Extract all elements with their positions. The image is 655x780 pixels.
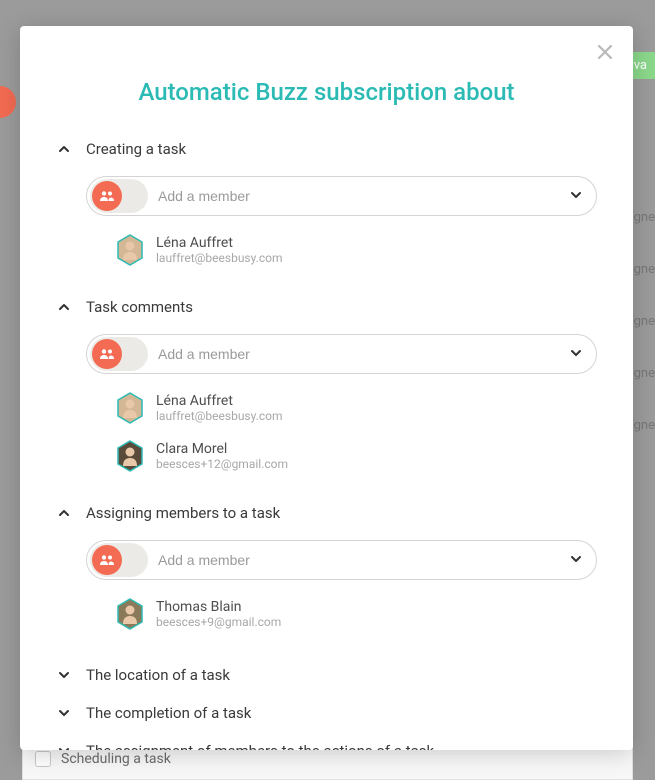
member-item[interactable]: Léna Auffretlauffret@beesbusy.com (86, 226, 597, 274)
member-dropdown-button[interactable] (556, 345, 596, 364)
section-expanded: Creating a task Léna Auffretlauffret@bees… (56, 134, 597, 274)
member-list: Léna Auffretlauffret@beesbusy.com Clara M… (86, 384, 597, 480)
member-item[interactable]: Clara Morelbeesces+12@gmail.com (86, 432, 597, 480)
member-text: Léna Auffretlauffret@beesbusy.com (156, 393, 283, 423)
subscription-modal: Automatic Buzz subscription about Creati… (20, 26, 633, 750)
chevron-down-icon (569, 187, 583, 206)
chevron-down-icon (569, 345, 583, 364)
member-item[interactable]: Léna Auffretlauffret@beesbusy.com (86, 384, 597, 432)
add-member-row (86, 334, 597, 374)
avatar (116, 392, 144, 424)
add-member-row (86, 176, 597, 216)
chevron-up-icon (56, 299, 72, 315)
section-collapsed[interactable]: The completion of a task (56, 694, 597, 732)
member-dropdown-button[interactable] (556, 187, 596, 206)
member-list: Thomas Blainbeesces+9@gmail.com (86, 590, 597, 638)
modal-title: Automatic Buzz subscription about (56, 78, 597, 106)
member-name: Thomas Blain (156, 599, 281, 615)
bg-bottom-label: Scheduling a task (61, 751, 171, 767)
section-body: Léna Auffretlauffret@beesbusy.com Clara M… (56, 334, 597, 480)
avatar (116, 440, 144, 472)
avatar (116, 598, 144, 630)
section-collapsed[interactable]: The assignment of members to the actions… (56, 732, 597, 750)
section-header[interactable]: Task comments (56, 292, 597, 322)
section-collapsed[interactable]: The location of a task (56, 656, 597, 694)
member-email: beesces+9@gmail.com (156, 615, 281, 629)
section-header[interactable]: Assigning members to a task (56, 498, 597, 528)
chevron-down-icon (569, 551, 583, 570)
chevron-down-icon (56, 667, 72, 683)
member-text: Thomas Blainbeesces+9@gmail.com (156, 599, 281, 629)
member-name: Léna Auffret (156, 235, 283, 251)
member-text: Clara Morelbeesces+12@gmail.com (156, 441, 288, 471)
people-icon (92, 339, 122, 369)
member-name: Clara Morel (156, 441, 288, 457)
add-member-row (86, 540, 597, 580)
section-body: Thomas Blainbeesces+9@gmail.com (56, 540, 597, 638)
add-member-input[interactable] (148, 346, 556, 362)
bg-assignee-text: igne (630, 210, 655, 225)
member-dropdown-button[interactable] (556, 551, 596, 570)
member-toggle[interactable] (90, 543, 148, 577)
chevron-down-icon (56, 705, 72, 721)
member-toggle[interactable] (90, 337, 148, 371)
bg-assignee-text: igne (630, 262, 655, 277)
bg-assignee-text: igne (630, 314, 655, 329)
section-body: Léna Auffretlauffret@beesbusy.com (56, 176, 597, 274)
chevron-up-icon (56, 505, 72, 521)
section-title: The location of a task (86, 666, 230, 684)
section-expanded: Task comments Léna Auffretlauffret@beesbu… (56, 292, 597, 480)
section-header[interactable]: Creating a task (56, 134, 597, 164)
member-list: Léna Auffretlauffret@beesbusy.com (86, 226, 597, 274)
member-item[interactable]: Thomas Blainbeesces+9@gmail.com (86, 590, 597, 638)
member-email: lauffret@beesbusy.com (156, 251, 283, 265)
add-member-input[interactable] (148, 552, 556, 568)
close-icon (597, 44, 613, 60)
avatar (116, 234, 144, 266)
people-icon (92, 545, 122, 575)
section-expanded: Assigning members to a task Thomas Blainb… (56, 498, 597, 638)
chevron-down-icon (56, 743, 72, 750)
bg-assignee-text: igne (630, 366, 655, 381)
section-title: The completion of a task (86, 704, 251, 722)
member-email: beesces+12@gmail.com (156, 457, 288, 471)
member-text: Léna Auffretlauffret@beesbusy.com (156, 235, 283, 265)
section-title: Assigning members to a task (86, 504, 280, 522)
bg-assignee-text: igne (630, 418, 655, 433)
people-icon (92, 181, 122, 211)
bg-checkbox[interactable] (35, 751, 51, 767)
section-title: Task comments (86, 298, 193, 316)
section-title: Creating a task (86, 140, 186, 158)
bg-side-icon (0, 86, 16, 118)
chevron-up-icon (56, 141, 72, 157)
section-title: The assignment of members to the actions… (86, 742, 434, 750)
member-email: lauffret@beesbusy.com (156, 409, 283, 423)
member-name: Léna Auffret (156, 393, 283, 409)
close-button[interactable] (593, 40, 617, 64)
add-member-input[interactable] (148, 188, 556, 204)
member-toggle[interactable] (90, 179, 148, 213)
